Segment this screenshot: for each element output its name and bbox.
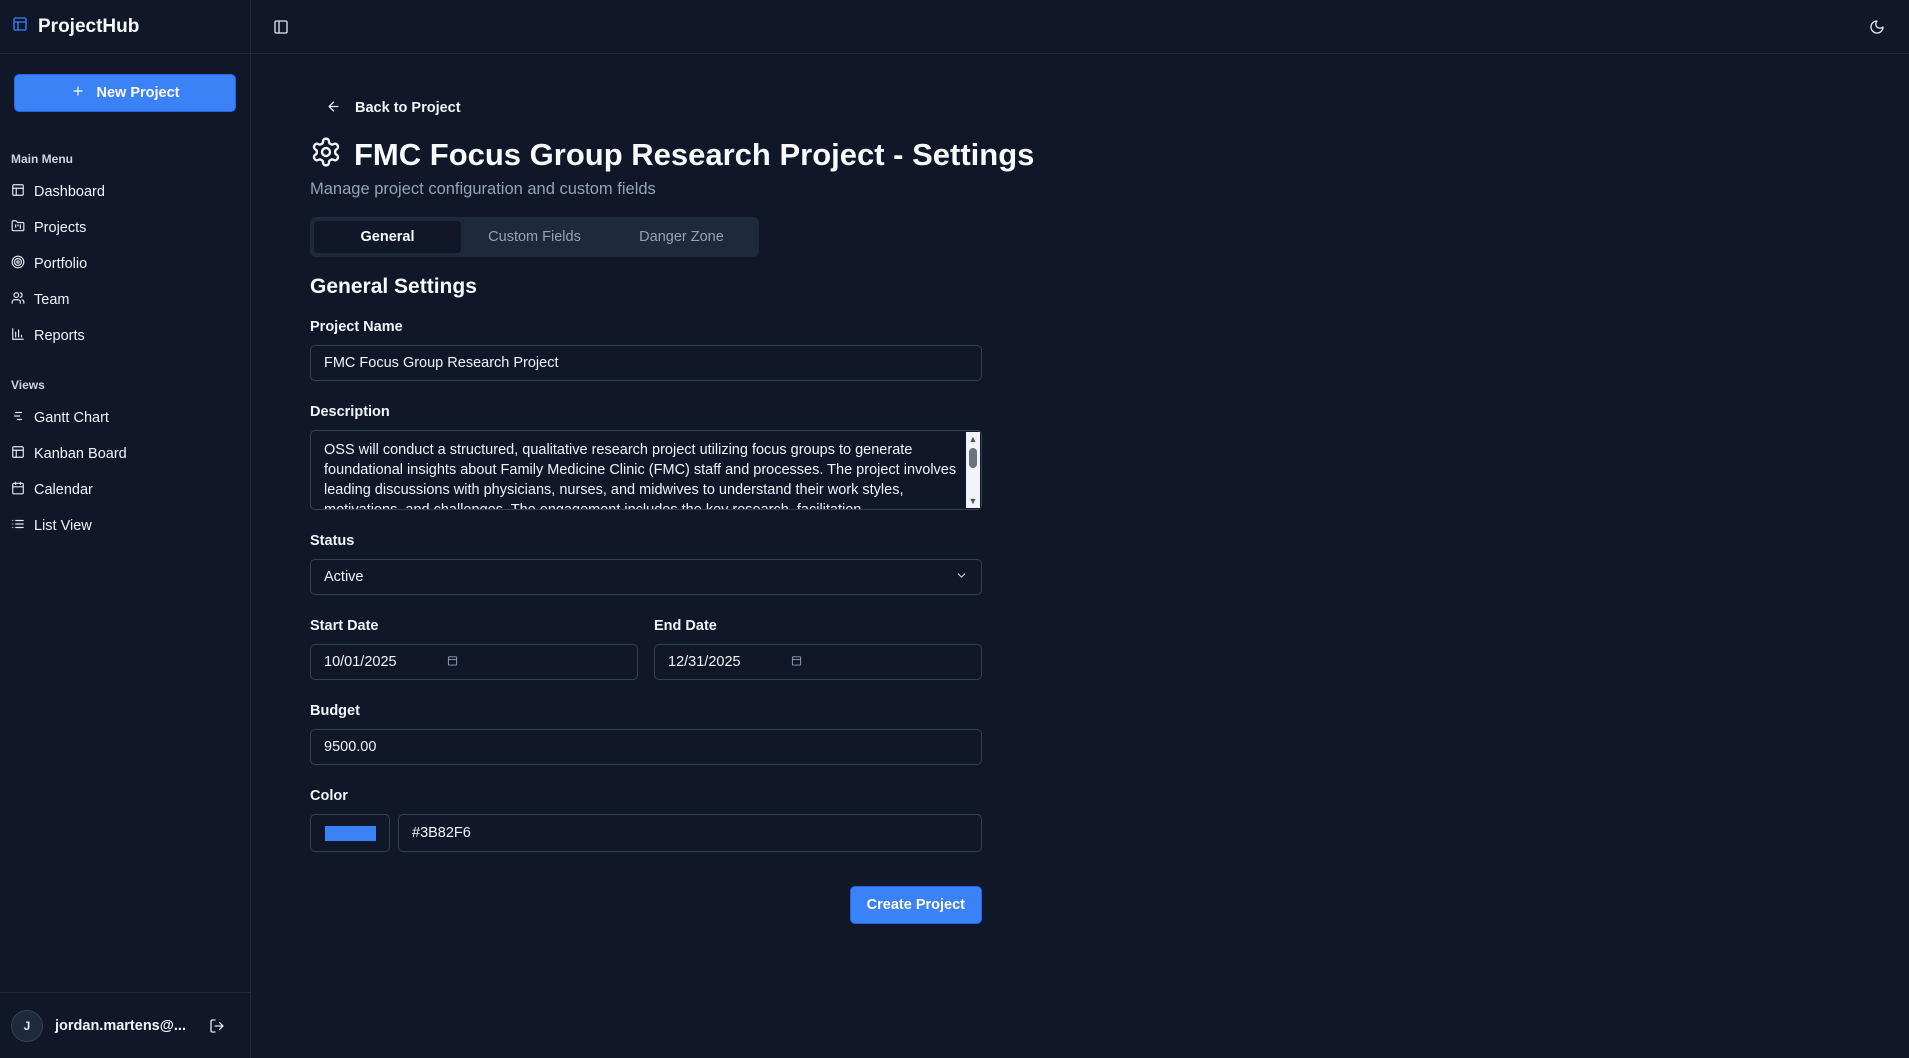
description-field-group: Description OSS will conduct a structure… [310,404,982,510]
date-row: Start Date 10/01/2025 End Date 12/31/202… [310,595,982,680]
color-picker[interactable] [310,814,390,852]
start-date-field-group: Start Date 10/01/2025 [310,618,638,680]
sidebar-toggle-icon[interactable] [273,19,289,35]
color-label: Color [310,788,348,804]
back-to-project-link[interactable]: Back to Project [310,94,461,122]
avatar[interactable]: J [11,1009,43,1042]
gantt-icon [11,409,25,427]
tab-general[interactable]: General [314,221,461,253]
end-date-field-group: End Date 12/31/2025 [654,618,982,680]
page-title: FMC Focus Group Research Project - Setti… [354,136,1035,172]
sidebar-item-label: Projects [34,220,87,236]
sidebar-item-label: Kanban Board [34,446,127,462]
project-name-label: Project Name [310,319,403,335]
settings-gear-icon [310,136,342,173]
description-label: Description [310,404,390,420]
sidebar-item-label: Gantt Chart [34,410,109,426]
end-date-label: End Date [654,618,717,634]
project-name-input[interactable]: FMC Focus Group Research Project [310,345,982,381]
status-value: Active [324,569,364,585]
views-heading: Views [11,378,45,392]
user-email: jordan.martens@... [55,1017,186,1034]
page-header: FMC Focus Group Research Project - Setti… [310,136,1909,173]
arrow-left-icon [326,99,341,118]
tab-danger-zone[interactable]: Danger Zone [608,221,755,253]
list-icon [11,517,25,535]
new-project-button[interactable]: New Project [14,74,236,112]
plus-icon [71,84,85,102]
status-field-group: Status Active [310,533,982,595]
sidebar-item-label: Dashboard [34,184,105,200]
form-actions: Create Project [310,886,982,924]
scroll-thumb[interactable] [969,448,977,468]
topbar [251,0,1909,54]
general-settings-form: General Settings Project Name FMC Focus … [310,275,982,924]
sidebar-item-label: Team [34,292,70,308]
color-swatch [324,825,376,841]
sidebar: ProjectHub New Project Main Menu Dashboa… [0,0,251,1058]
sidebar-item-label: Portfolio [34,256,88,272]
description-scrollbar[interactable]: ▲ ▼ [966,432,980,508]
app-root: ProjectHub New Project Main Menu Dashboa… [0,0,1909,1058]
main-area: Back to Project FMC Focus Group Research… [251,0,1909,1058]
section-title: General Settings [310,275,477,298]
settings-tabs: General Custom Fields Danger Zone [310,217,759,257]
kanban-icon [11,445,25,463]
color-field-group: Color #3B82F6 [310,788,982,852]
sidebar-item-team[interactable]: Team [0,282,250,318]
chevron-down-icon [955,569,968,586]
sidebar-item-portfolio[interactable]: Portfolio [0,246,250,282]
sidebar-item-kanban-board[interactable]: Kanban Board [0,436,250,472]
sidebar-item-label: Calendar [34,482,93,498]
start-date-label: Start Date [310,618,379,634]
sidebar-item-reports[interactable]: Reports [0,318,250,354]
end-date-value: 12/31/2025 [668,654,741,670]
end-date-input[interactable]: 12/31/2025 [654,644,982,680]
sidebar-item-label: Reports [34,328,85,344]
bar-chart-icon [11,327,25,345]
back-link-label: Back to Project [355,100,461,116]
calendar-picker-icon[interactable] [791,654,802,670]
settings-content: Back to Project FMC Focus Group Research… [251,54,1909,924]
sidebar-item-projects[interactable]: Projects [0,210,250,246]
target-icon [11,255,25,273]
status-select[interactable]: Active [310,559,982,595]
user-profile: J jordan.martens@... [0,992,250,1058]
sidebar-item-dashboard[interactable]: Dashboard [0,174,250,210]
app-name: ProjectHub [38,15,140,37]
create-project-button[interactable]: Create Project [849,886,982,924]
start-date-value: 10/01/2025 [324,654,397,670]
sidebar-item-calendar[interactable]: Calendar [0,472,250,508]
app-logo-icon [12,16,28,37]
main-menu-heading: Main Menu [11,152,73,166]
scroll-up-arrow-icon[interactable]: ▲ [969,432,978,446]
status-label: Status [310,533,355,549]
scroll-down-arrow-icon[interactable]: ▼ [969,494,978,508]
sidebar-item-label: List View [34,518,92,534]
tab-custom-fields[interactable]: Custom Fields [461,221,608,253]
project-name-field-group: Project Name FMC Focus Group Research Pr… [310,319,982,381]
budget-input[interactable]: 9500.00 [310,729,982,765]
description-textarea[interactable]: OSS will conduct a structured, qualitati… [310,430,982,510]
page-subtitle: Manage project configuration and custom … [310,180,656,198]
color-hex-input[interactable]: #3B82F6 [398,814,982,852]
sidebar-item-list-view[interactable]: List View [0,508,250,544]
theme-toggle-moon-icon[interactable] [1869,19,1885,35]
budget-field-group: Budget 9500.00 [310,703,982,765]
users-icon [11,291,25,309]
start-date-input[interactable]: 10/01/2025 [310,644,638,680]
budget-label: Budget [310,703,360,719]
calendar-icon [11,481,25,499]
brand[interactable]: ProjectHub [0,0,250,54]
color-row: #3B82F6 [310,814,982,852]
sidebar-item-gantt-chart[interactable]: Gantt Chart [0,400,250,436]
description-text: OSS will conduct a structured, qualitati… [324,442,957,510]
calendar-picker-icon[interactable] [447,654,458,670]
folder-icon [11,219,25,237]
logout-icon[interactable] [209,1018,225,1034]
layout-dashboard-icon [11,183,25,201]
new-project-label: New Project [96,85,180,101]
